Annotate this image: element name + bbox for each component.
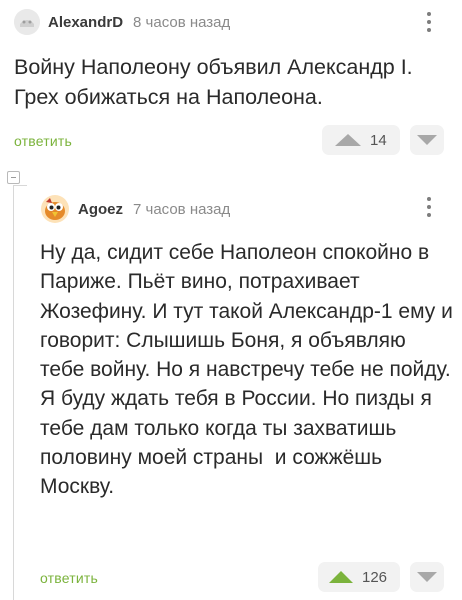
upvote-button[interactable]: 14 (322, 125, 400, 155)
thread-branch-line (13, 185, 27, 186)
timestamp: 8 часов назад (133, 13, 231, 31)
comment-header: Agoez 7 часов назад (40, 194, 230, 224)
author-name[interactable]: AlexandrD (48, 14, 123, 31)
downvote-arrow-icon (417, 135, 437, 145)
reply-link[interactable]: ответить (40, 570, 98, 586)
downvote-button[interactable] (410, 125, 444, 155)
upvote-button[interactable]: 126 (318, 562, 400, 592)
author-name[interactable]: Agoez (78, 201, 123, 218)
downvote-arrow-icon (417, 572, 437, 582)
downvote-button[interactable] (410, 562, 444, 592)
reply-link[interactable]: ответить (14, 133, 72, 149)
avatar[interactable] (40, 194, 70, 224)
avatar-placeholder-icon (14, 9, 40, 35)
more-options-icon[interactable] (426, 197, 432, 217)
timestamp: 7 часов назад (133, 200, 231, 218)
vote-score: 14 (370, 131, 387, 149)
avatar[interactable] (14, 9, 40, 35)
comment-header: AlexandrD 8 часов назад (14, 9, 230, 35)
collapse-thread-button[interactable] (7, 171, 20, 184)
upvote-arrow-icon (335, 134, 361, 146)
comment-text: Ну да, сидит себе Наполеон спокойно в Па… (40, 241, 459, 499)
more-options-icon[interactable] (426, 12, 432, 32)
upvote-arrow-icon (329, 571, 353, 583)
bird-avatar-icon (41, 195, 69, 223)
vote-score: 126 (362, 568, 388, 586)
thread-line (13, 185, 14, 600)
comment-text: Войну Наполеону объявил Александр I. Гре… (14, 55, 419, 109)
